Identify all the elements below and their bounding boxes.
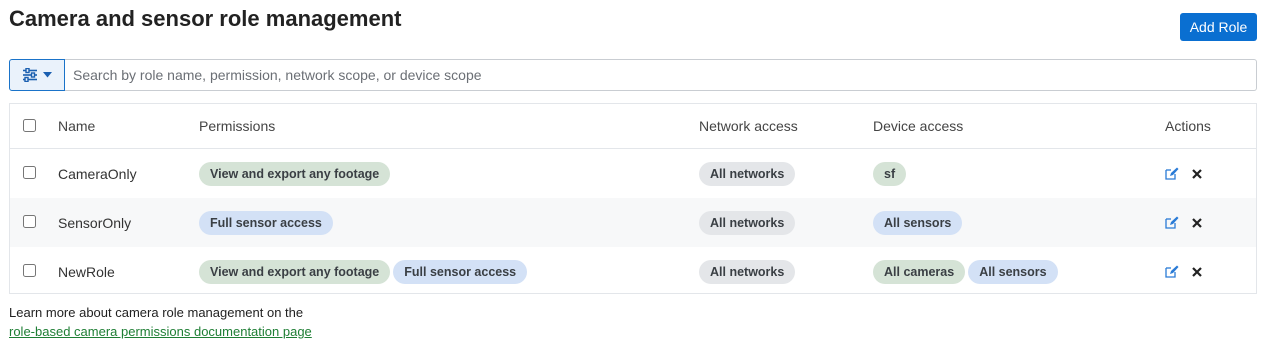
network-chip: All networks [699, 161, 796, 186]
row-checkbox[interactable] [23, 263, 36, 277]
role-name: NewRole [58, 263, 115, 280]
device-chip: All sensors [968, 259, 1058, 284]
edit-icon[interactable] [1165, 167, 1179, 180]
permission-chip: Full sensor access [199, 210, 333, 235]
column-header-name[interactable]: Name [58, 104, 199, 149]
delete-icon[interactable] [1192, 168, 1202, 179]
row-checkbox[interactable] [23, 165, 36, 179]
chevron-down-icon [43, 72, 52, 78]
permission-chip: Full sensor access [393, 259, 528, 284]
edit-icon[interactable] [1165, 265, 1179, 278]
role-name: CameraOnly [58, 165, 137, 182]
role-name: SensorOnly [58, 198, 199, 247]
device-chip: All cameras [873, 259, 966, 284]
table-row: CameraOnly View and export any footage A… [10, 149, 1256, 199]
network-chip: All networks [699, 259, 796, 284]
search-input[interactable] [65, 59, 1257, 91]
device-chip: All sensors [873, 210, 963, 235]
select-all-checkbox[interactable] [23, 119, 36, 132]
column-header-network-access[interactable]: Network access [699, 104, 873, 149]
column-header-actions: Actions [1165, 104, 1256, 149]
column-header-device-access[interactable]: Device access [873, 104, 1165, 149]
sliders-icon [22, 68, 38, 82]
permission-chip: View and export any footage [199, 161, 391, 186]
delete-icon[interactable] [1192, 217, 1202, 228]
row-checkbox[interactable] [23, 214, 36, 228]
add-role-button[interactable]: Add Role [1180, 13, 1257, 41]
permission-chip: View and export any footage [199, 259, 391, 284]
network-chip: All networks [699, 210, 796, 235]
footer-text: Learn more about camera role management … [9, 305, 304, 320]
device-chip: sf [873, 161, 907, 186]
table-row: NewRole View and export any footage Full … [10, 247, 1256, 296]
delete-icon[interactable] [1192, 266, 1202, 277]
page-title: Camera and sensor role management [9, 6, 402, 31]
column-header-permissions[interactable]: Permissions [199, 104, 699, 149]
documentation-link[interactable]: role-based camera permissions documentat… [9, 324, 312, 339]
table-header-row: Name Permissions Network access Device a… [10, 104, 1256, 149]
table-row: SensorOnly Full sensor access All networ… [10, 198, 1256, 247]
roles-table: Name Permissions Network access Device a… [9, 103, 1257, 294]
filter-button[interactable] [9, 59, 65, 91]
edit-icon[interactable] [1165, 216, 1179, 229]
search-bar [9, 59, 1257, 91]
